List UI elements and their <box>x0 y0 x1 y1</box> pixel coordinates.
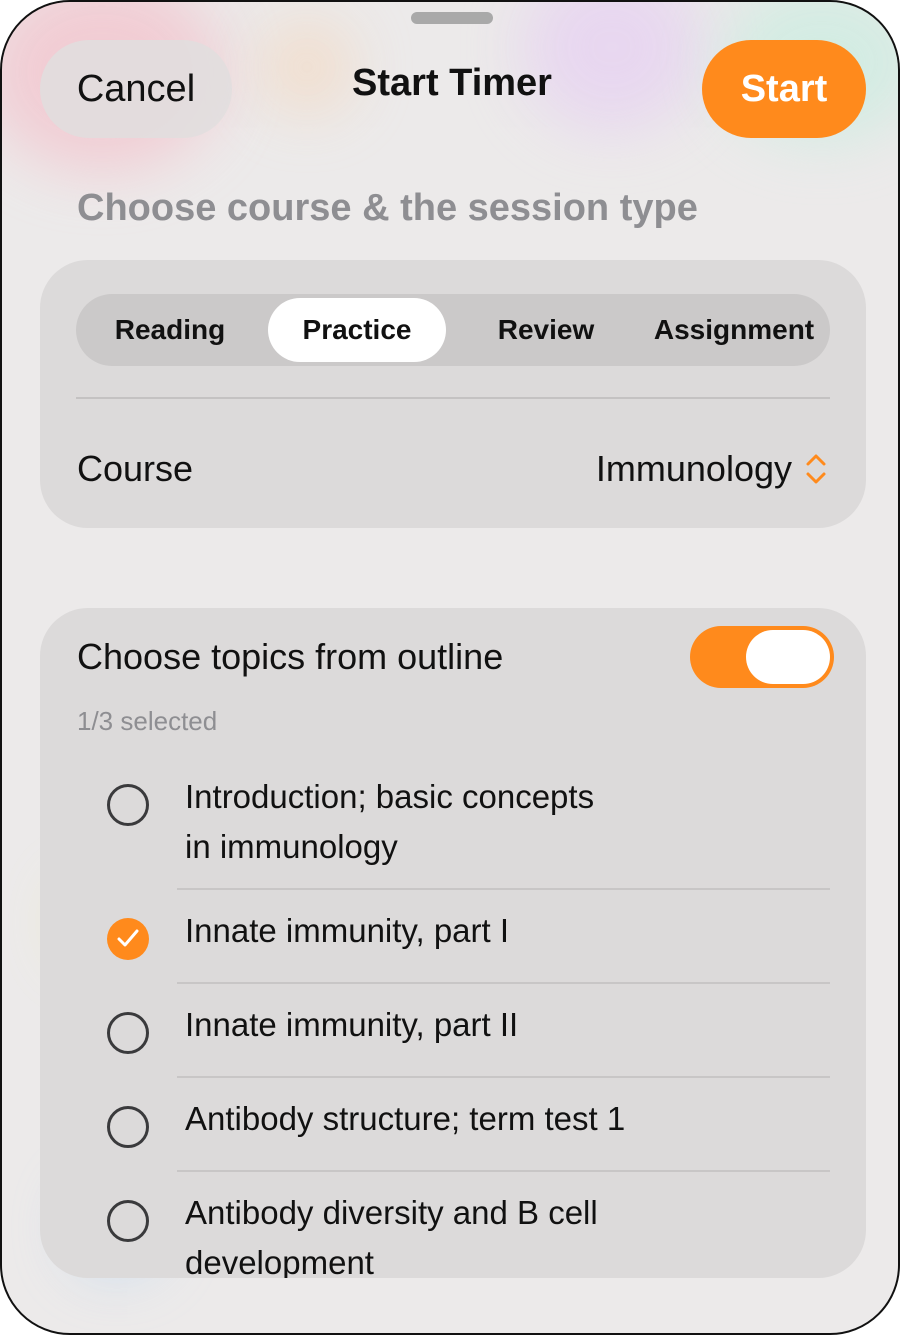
divider <box>177 1170 830 1172</box>
topic-label: Antibody diversity and B cell developmen… <box>185 1188 685 1278</box>
selected-count: 1/3 selected <box>77 706 218 736</box>
course-picker[interactable]: Immunology <box>596 448 828 490</box>
topic-row[interactable]: Innate immunity, part I <box>40 908 866 978</box>
topics-card: Choose topics from outline 1/3 selected … <box>40 608 866 1278</box>
cancel-button[interactable]: Cancel <box>40 40 232 138</box>
toggle-knob <box>746 630 830 684</box>
section-title: Choose course & the session type <box>77 187 698 229</box>
sheet: Cancel Start Timer Start Choose course &… <box>0 0 900 1335</box>
chevron-up-down-icon <box>806 454 826 484</box>
course-value: Immunology <box>595 448 792 489</box>
topic-label: Innate immunity, part II <box>185 1006 519 1043</box>
segment-practice[interactable]: Practice <box>268 298 446 362</box>
divider <box>76 397 830 399</box>
divider <box>177 982 830 984</box>
topic-label-line: Introduction; basic concepts <box>185 778 595 815</box>
divider <box>177 1076 830 1078</box>
checkmark-icon[interactable] <box>107 918 149 960</box>
topics-toggle-label: Choose topics from outline <box>77 636 504 677</box>
topics-toggle[interactable] <box>690 626 834 688</box>
topic-row[interactable]: Innate immunity, part II <box>40 1002 866 1072</box>
session-type-segmented-control: Reading Practice Review Assignment <box>76 294 830 366</box>
start-button[interactable]: Start <box>702 40 866 138</box>
radio-unchecked-icon[interactable] <box>107 1106 149 1148</box>
topic-label: Innate immunity, part I <box>185 912 510 949</box>
topic-label-line: in immunology <box>185 828 398 865</box>
topic-label: Antibody structure; term test 1 <box>185 1100 626 1137</box>
topic-label-line: Antibody diversity and B cell <box>185 1194 598 1231</box>
segment-review[interactable]: Review <box>456 298 636 362</box>
segment-reading[interactable]: Reading <box>80 298 260 362</box>
page-title: Start Timer <box>352 62 552 104</box>
course-label: Course <box>77 448 194 489</box>
radio-unchecked-icon[interactable] <box>107 1012 149 1054</box>
session-card: Reading Practice Review Assignment Cours… <box>40 260 866 528</box>
radio-unchecked-icon[interactable] <box>107 1200 149 1242</box>
radio-unchecked-icon[interactable] <box>107 784 149 826</box>
topic-label-line: development <box>185 1244 374 1278</box>
topic-label: Introduction; basic concepts in immunolo… <box>185 772 685 872</box>
checkmark-glyph <box>117 929 139 947</box>
topic-row[interactable]: Antibody diversity and B cell developmen… <box>40 1190 866 1278</box>
topic-row[interactable]: Antibody structure; term test 1 <box>40 1096 866 1166</box>
sheet-grabber[interactable] <box>411 12 493 24</box>
topic-row[interactable]: Introduction; basic concepts in immunolo… <box>40 776 866 886</box>
divider <box>177 888 830 890</box>
segment-assignment[interactable]: Assignment <box>640 298 828 362</box>
